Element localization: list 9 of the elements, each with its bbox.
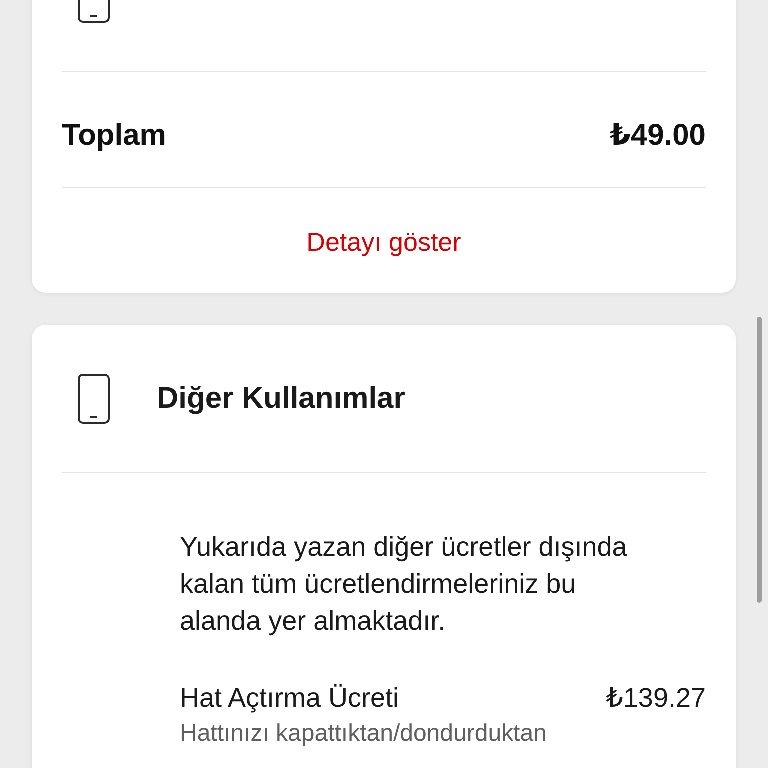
show-details-link[interactable]: Detayı göster	[306, 227, 462, 257]
total-amount: ₺49.00	[610, 118, 706, 154]
charge-amount: ₺139.27	[606, 682, 706, 715]
charge-name: Hat Açtırma Ücreti	[180, 682, 400, 715]
card-title: Diğer Kullanımlar	[157, 381, 406, 417]
total-label: Toplam	[62, 118, 166, 154]
section-description: Yukarıda yazan diğer ücretler dışında kalan tüm ücretlendirmeleriniz bu alanda yer almaktadır.	[180, 531, 628, 638]
phone-icon	[78, 374, 110, 424]
charge-description: Hattınızı kapattıktan/dondurduktan	[180, 719, 548, 749]
